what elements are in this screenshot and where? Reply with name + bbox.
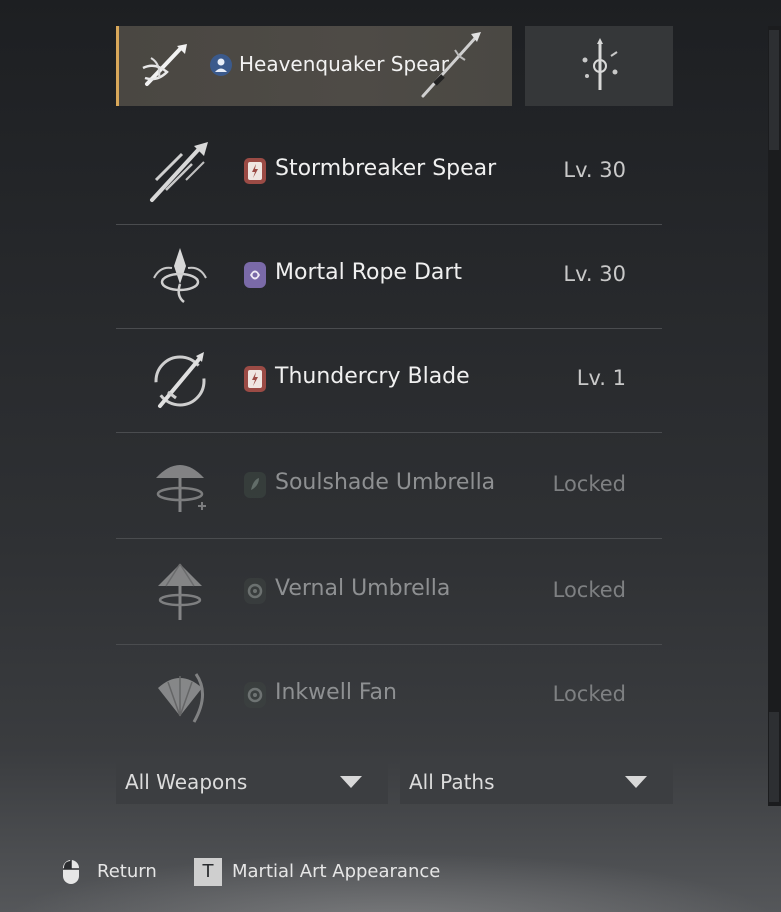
return-label: Return bbox=[97, 861, 157, 882]
weapon-name: Soulshade Umbrella bbox=[275, 470, 496, 495]
silkbind-path-icon bbox=[244, 262, 266, 288]
weapon-appearance-icon bbox=[582, 38, 618, 90]
chevron-down-icon bbox=[340, 776, 362, 788]
scrollbar-thumb[interactable] bbox=[769, 30, 779, 150]
spear-art-icon bbox=[421, 32, 481, 98]
scrollbar-lower-track bbox=[769, 712, 779, 802]
spear-emblem-icon bbox=[150, 142, 208, 202]
weapon-row-mortal-rope-dart[interactable]: Mortal Rope Dart Lv. 30 bbox=[116, 224, 662, 329]
path-filter-value: All Paths bbox=[409, 770, 495, 794]
weapon-row-soulshade-umbrella[interactable]: Soulshade Umbrella Locked bbox=[116, 434, 662, 539]
swirl-path-icon bbox=[244, 578, 266, 604]
weapon-row-inkwell-fan[interactable]: Inkwell Fan Locked bbox=[116, 644, 662, 748]
list-scrollbar[interactable] bbox=[768, 26, 781, 806]
weapon-name: Vernal Umbrella bbox=[275, 576, 451, 601]
weapon-level: Lv. 30 bbox=[563, 262, 626, 286]
weapon-row-vernal-umbrella[interactable]: Vernal Umbrella Locked bbox=[116, 540, 662, 645]
lightning-path-icon bbox=[244, 366, 266, 392]
weapon-level-locked: Locked bbox=[552, 472, 626, 496]
umbrella-emblem-icon bbox=[158, 563, 202, 620]
umbrella-emblem-icon bbox=[156, 465, 206, 512]
rope-dart-emblem-icon bbox=[153, 248, 207, 303]
mouse-icon bbox=[63, 860, 79, 884]
weapon-level: Lv. 30 bbox=[563, 158, 626, 182]
weapon-level-locked: Locked bbox=[552, 682, 626, 706]
fan-emblem-icon bbox=[158, 673, 204, 723]
bamboocut-path-icon bbox=[244, 472, 266, 498]
blade-emblem-icon bbox=[154, 352, 206, 408]
weapon-filter-dropdown[interactable]: All Weapons bbox=[116, 758, 388, 804]
lightning-path-icon bbox=[244, 158, 266, 184]
chevron-down-icon bbox=[625, 776, 647, 788]
bellstrike-path-icon bbox=[210, 54, 232, 76]
martial-art-appearance-label: Martial Art Appearance bbox=[232, 861, 441, 882]
weapon-row-thundercry-blade[interactable]: Thundercry Blade Lv. 1 bbox=[116, 328, 662, 433]
spear-emblem-icon bbox=[142, 44, 187, 86]
path-filter-dropdown[interactable]: All Paths bbox=[400, 758, 673, 804]
weapon-name: Mortal Rope Dart bbox=[275, 260, 463, 285]
weapon-level: Lv. 1 bbox=[576, 366, 626, 390]
selected-weapon-row[interactable]: Heavenquaker Spear bbox=[116, 26, 512, 106]
swirl-path-icon bbox=[244, 682, 266, 708]
weapon-name: Inkwell Fan bbox=[275, 680, 397, 705]
weapon-level-locked: Locked bbox=[552, 578, 626, 602]
weapon-filter-value: All Weapons bbox=[125, 770, 248, 794]
weapon-appearance-button[interactable] bbox=[525, 26, 673, 106]
weapon-name: Stormbreaker Spear bbox=[275, 156, 497, 181]
weapon-name: Thundercry Blade bbox=[275, 364, 470, 389]
keycap-t: T bbox=[194, 858, 222, 886]
weapon-row-stormbreaker[interactable]: Stormbreaker Spear Lv. 30 bbox=[116, 120, 662, 225]
